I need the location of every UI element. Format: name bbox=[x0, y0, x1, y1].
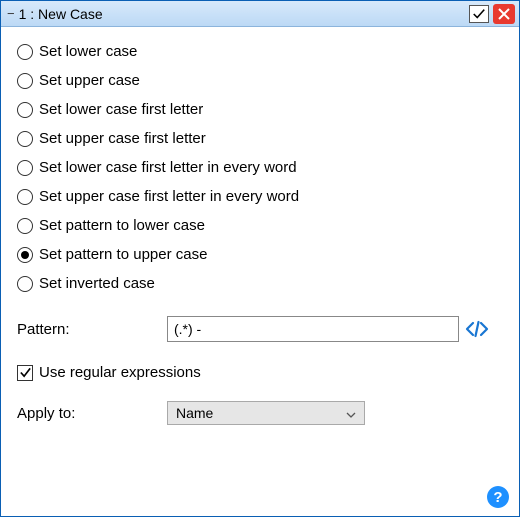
radio-label: Set pattern to upper case bbox=[39, 246, 207, 263]
apply-to-value: Name bbox=[176, 405, 213, 421]
help-button[interactable]: ? bbox=[487, 486, 509, 508]
case-option-group: Set lower case Set upper case Set lower … bbox=[17, 37, 503, 298]
check-icon bbox=[19, 366, 32, 379]
pattern-label: Pattern: bbox=[17, 321, 167, 338]
radio-label: Set lower case bbox=[39, 43, 137, 60]
radio-label: Set lower case first letter bbox=[39, 101, 203, 118]
radio-icon bbox=[17, 189, 33, 205]
pattern-input[interactable] bbox=[167, 316, 459, 342]
radio-icon bbox=[17, 276, 33, 292]
radio-icon bbox=[17, 160, 33, 176]
radio-inverted-case[interactable]: Set inverted case bbox=[17, 269, 503, 298]
radio-lower-first-letter[interactable]: Set lower case first letter bbox=[17, 95, 503, 124]
radio-icon bbox=[17, 73, 33, 89]
radio-label: Set upper case first letter bbox=[39, 130, 206, 147]
dialog-body: Set lower case Set upper case Set lower … bbox=[1, 27, 519, 516]
pattern-row: Pattern: bbox=[17, 316, 503, 342]
help-icon: ? bbox=[493, 489, 502, 506]
title-bar: − 1 : New Case bbox=[1, 1, 519, 27]
close-icon bbox=[498, 8, 510, 20]
radio-label: Set upper case first letter in every wor… bbox=[39, 188, 299, 205]
radio-icon bbox=[17, 218, 33, 234]
radio-upper-first-letter-every-word[interactable]: Set upper case first letter in every wor… bbox=[17, 182, 503, 211]
radio-icon bbox=[17, 102, 33, 118]
radio-label: Set lower case first letter in every wor… bbox=[39, 159, 297, 176]
radio-lower-first-letter-every-word[interactable]: Set lower case first letter in every wor… bbox=[17, 153, 503, 182]
checkbox-icon bbox=[17, 365, 33, 381]
radio-icon bbox=[17, 44, 33, 60]
use-regex-label: Use regular expressions bbox=[39, 364, 201, 381]
dialog-window: − 1 : New Case Set lower case Set upper … bbox=[0, 0, 520, 517]
radio-icon bbox=[17, 131, 33, 147]
radio-label: Set upper case bbox=[39, 72, 140, 89]
radio-set-upper-case[interactable]: Set upper case bbox=[17, 66, 503, 95]
regex-helper-button[interactable] bbox=[465, 317, 489, 341]
radio-upper-first-letter[interactable]: Set upper case first letter bbox=[17, 124, 503, 153]
code-icon bbox=[465, 319, 489, 339]
apply-to-row: Apply to: Name bbox=[17, 401, 503, 425]
title-dash-icon: − bbox=[7, 6, 15, 21]
apply-to-label: Apply to: bbox=[17, 405, 167, 422]
window-title: 1 : New Case bbox=[19, 6, 103, 22]
radio-pattern-lower[interactable]: Set pattern to lower case bbox=[17, 211, 503, 240]
chevron-down-icon bbox=[346, 405, 356, 421]
apply-to-select[interactable]: Name bbox=[167, 401, 365, 425]
use-regex-checkbox[interactable]: Use regular expressions bbox=[17, 364, 503, 381]
radio-pattern-upper[interactable]: Set pattern to upper case bbox=[17, 240, 503, 269]
radio-set-lower-case[interactable]: Set lower case bbox=[17, 37, 503, 66]
check-icon bbox=[472, 7, 486, 21]
radio-label: Set pattern to lower case bbox=[39, 217, 205, 234]
radio-label: Set inverted case bbox=[39, 275, 155, 292]
apply-button[interactable] bbox=[469, 5, 489, 23]
close-button[interactable] bbox=[493, 4, 515, 24]
radio-icon bbox=[17, 247, 33, 263]
